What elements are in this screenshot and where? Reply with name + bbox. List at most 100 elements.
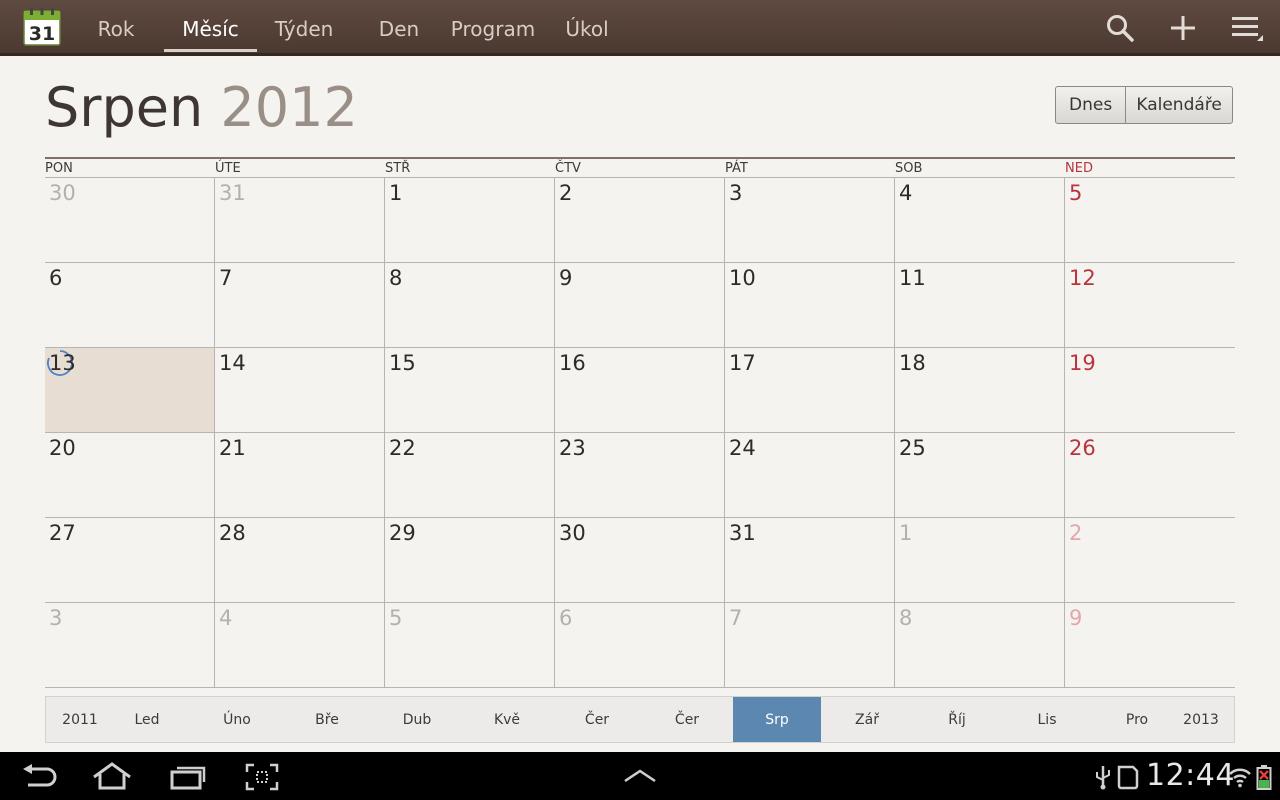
day-cell-sat[interactable]: 11 bbox=[895, 263, 1065, 348]
next-year-button[interactable]: 2013 bbox=[1168, 697, 1234, 742]
weekday-sun: NED bbox=[1065, 161, 1093, 176]
day-number: 8 bbox=[389, 266, 403, 290]
day-cell-sat[interactable]: 8 bbox=[895, 603, 1065, 688]
day-cell-mon[interactable]: 20 bbox=[45, 433, 215, 518]
day-number: 15 bbox=[389, 351, 416, 375]
menu-icon[interactable] bbox=[1230, 13, 1264, 43]
day-cell-mon[interactable]: 3 bbox=[45, 603, 215, 688]
back-icon[interactable] bbox=[20, 764, 58, 790]
recent-apps-icon[interactable] bbox=[170, 764, 206, 790]
month-strip-item[interactable]: Srp bbox=[733, 697, 821, 742]
day-number: 30 bbox=[559, 521, 586, 545]
day-cell-mon[interactable]: 6 bbox=[45, 263, 215, 348]
day-cell-wed[interactable]: 29 bbox=[385, 518, 555, 603]
weekday-fri: PÁT bbox=[725, 161, 748, 176]
day-cell-tue[interactable]: 28 bbox=[215, 518, 385, 603]
day-cell-wed[interactable]: 1 bbox=[385, 178, 555, 263]
day-cell-tue[interactable]: 14 bbox=[215, 348, 385, 433]
month-strip-item[interactable]: Bře bbox=[283, 697, 371, 742]
day-number: 25 bbox=[899, 436, 926, 460]
month-strip-item[interactable]: Dub bbox=[373, 697, 461, 742]
day-number: 6 bbox=[49, 266, 63, 290]
day-cell-sun[interactable]: 2 bbox=[1065, 518, 1235, 603]
day-number: 4 bbox=[219, 606, 233, 630]
month-strip-item[interactable]: Říj bbox=[913, 697, 1001, 742]
month-name: Srpen bbox=[45, 76, 204, 139]
tab-day[interactable]: Den bbox=[376, 0, 422, 54]
calendars-button[interactable]: Kalendáře bbox=[1126, 87, 1232, 123]
day-cell-thu[interactable]: 23 bbox=[555, 433, 725, 518]
day-cell-sun[interactable]: 9 bbox=[1065, 603, 1235, 688]
day-cell-fri[interactable]: 24 bbox=[725, 433, 895, 518]
month-strip-item[interactable]: Zář bbox=[823, 697, 911, 742]
expand-up-icon[interactable] bbox=[623, 768, 657, 784]
day-cell-wed[interactable]: 8 bbox=[385, 263, 555, 348]
day-cell-thu[interactable]: 6 bbox=[555, 603, 725, 688]
search-icon[interactable] bbox=[1105, 13, 1135, 43]
day-cell-sun[interactable]: 5 bbox=[1065, 178, 1235, 263]
day-cell-mon[interactable]: 27 bbox=[45, 518, 215, 603]
day-number: 26 bbox=[1069, 436, 1096, 460]
day-cell-wed[interactable]: 5 bbox=[385, 603, 555, 688]
day-number: 9 bbox=[559, 266, 573, 290]
day-cell-tue[interactable]: 7 bbox=[215, 263, 385, 348]
screenshot-icon[interactable] bbox=[245, 763, 279, 791]
day-cell-fri[interactable]: 7 bbox=[725, 603, 895, 688]
day-number: 5 bbox=[1069, 181, 1083, 205]
day-number: 3 bbox=[729, 181, 743, 205]
today-button[interactable]: Dnes bbox=[1056, 87, 1127, 123]
day-number: 6 bbox=[559, 606, 573, 630]
day-cell-sun[interactable]: 26 bbox=[1065, 433, 1235, 518]
day-cell-fri[interactable]: 10 bbox=[725, 263, 895, 348]
day-cell-mon[interactable]: 13 bbox=[45, 348, 215, 433]
day-cell-fri[interactable]: 31 bbox=[725, 518, 895, 603]
day-cell-tue[interactable]: 31 bbox=[215, 178, 385, 263]
calendar-app-icon-day: 31 bbox=[29, 23, 55, 45]
day-cell-tue[interactable]: 4 bbox=[215, 603, 385, 688]
month-strip: 2011 Led Úno Bře Dub Kvě Čer Čer Srp Zář Říj Lis Pro… bbox=[45, 696, 1235, 743]
month-strip-item[interactable]: Úno bbox=[193, 697, 281, 742]
day-cell-sun[interactable]: 19 bbox=[1065, 348, 1235, 433]
tab-year[interactable]: Rok bbox=[92, 0, 140, 54]
day-cell-tue[interactable]: 21 bbox=[215, 433, 385, 518]
month-strip-item[interactable]: Lis bbox=[1003, 697, 1091, 742]
day-number: 24 bbox=[729, 436, 756, 460]
tab-week[interactable]: Týden bbox=[272, 0, 336, 54]
tab-task[interactable]: Úkol bbox=[560, 0, 614, 54]
day-number: 10 bbox=[729, 266, 756, 290]
day-cell-thu[interactable]: 2 bbox=[555, 178, 725, 263]
weekday-mon: PON bbox=[45, 161, 73, 176]
day-cell-wed[interactable]: 22 bbox=[385, 433, 555, 518]
day-number: 14 bbox=[219, 351, 246, 375]
day-cell-thu[interactable]: 30 bbox=[555, 518, 725, 603]
day-cell-fri[interactable]: 17 bbox=[725, 348, 895, 433]
home-icon[interactable] bbox=[92, 762, 132, 790]
day-cell-thu[interactable]: 16 bbox=[555, 348, 725, 433]
day-cell-fri[interactable]: 3 bbox=[725, 178, 895, 263]
day-cell-sat[interactable]: 1 bbox=[895, 518, 1065, 603]
day-number: 29 bbox=[389, 521, 416, 545]
day-number: 13 bbox=[49, 351, 76, 375]
month-strip-item[interactable]: Čer bbox=[643, 697, 731, 742]
day-cell-wed[interactable]: 15 bbox=[385, 348, 555, 433]
tab-month[interactable]: Měsíc bbox=[164, 0, 257, 54]
weekday-tue: ÚTE bbox=[215, 161, 241, 176]
day-cell-thu[interactable]: 9 bbox=[555, 263, 725, 348]
day-cell-sat[interactable]: 4 bbox=[895, 178, 1065, 263]
calendar-app-icon[interactable]: 31 bbox=[23, 8, 61, 46]
tab-agenda[interactable]: Program bbox=[448, 0, 538, 54]
day-cell-sun[interactable]: 12 bbox=[1065, 263, 1235, 348]
day-cell-mon[interactable]: 30 bbox=[45, 178, 215, 263]
day-cell-sat[interactable]: 25 bbox=[895, 433, 1065, 518]
day-cell-sat[interactable]: 18 bbox=[895, 348, 1065, 433]
add-icon[interactable] bbox=[1168, 13, 1198, 43]
month-strip-item[interactable]: Kvě bbox=[463, 697, 551, 742]
wifi-icon bbox=[1229, 768, 1251, 788]
day-number: 4 bbox=[899, 181, 913, 205]
day-number: 17 bbox=[729, 351, 756, 375]
weekday-sat: SOB bbox=[895, 161, 923, 176]
system-bar: 12:44 bbox=[0, 752, 1280, 800]
sync-icon bbox=[1117, 765, 1139, 790]
month-strip-item[interactable]: Led bbox=[103, 697, 191, 742]
month-strip-item[interactable]: Čer bbox=[553, 697, 641, 742]
